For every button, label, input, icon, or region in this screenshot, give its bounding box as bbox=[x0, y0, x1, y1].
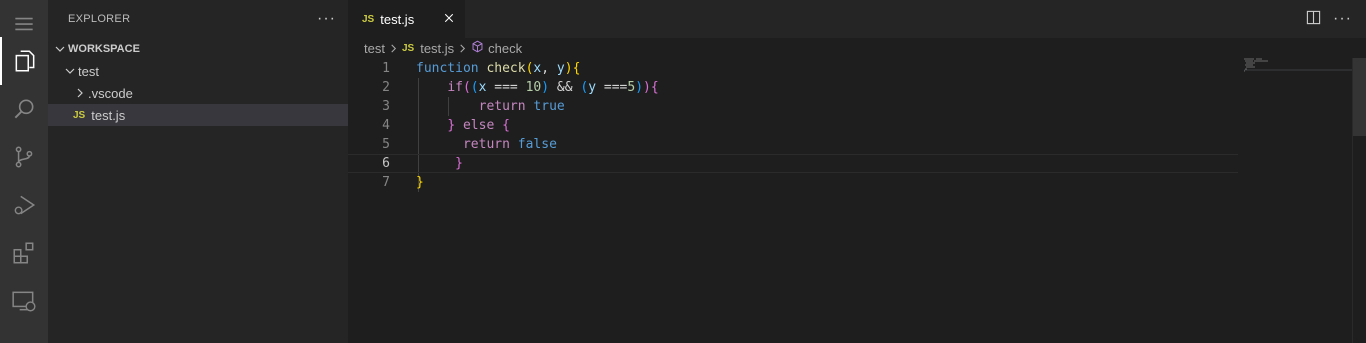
subfolder-label: .vscode bbox=[88, 85, 133, 101]
tree-item-test[interactable]: test bbox=[48, 60, 348, 82]
code-text: function check(x, y){ bbox=[416, 61, 581, 76]
split-editor-icon[interactable] bbox=[1306, 10, 1321, 28]
code-text: } bbox=[455, 156, 463, 171]
line-number: 7 bbox=[382, 175, 390, 190]
code-text: return false bbox=[462, 137, 557, 152]
code-line: 4 } else { bbox=[348, 116, 1238, 135]
breadcrumb-symbol[interactable]: check bbox=[488, 41, 522, 56]
tab-label: test.js bbox=[380, 11, 415, 27]
line-number: 2 bbox=[382, 80, 390, 95]
close-icon[interactable] bbox=[441, 10, 457, 26]
code-text: return true bbox=[478, 99, 565, 114]
source-control-icon[interactable] bbox=[0, 133, 48, 181]
chevron-down-icon bbox=[62, 66, 78, 76]
more-actions-icon[interactable]: ··· bbox=[1333, 10, 1352, 28]
code-text: } bbox=[416, 175, 424, 190]
js-file-icon: JS bbox=[73, 109, 86, 121]
breadcrumb: test JS test.js check bbox=[348, 38, 1366, 58]
line-number: 4 bbox=[382, 118, 390, 133]
code-text: if((x === 10) && (y ===5)){ bbox=[447, 80, 659, 95]
js-file-icon: JS bbox=[401, 42, 415, 54]
breadcrumb-file[interactable]: test.js bbox=[420, 41, 454, 56]
code-editor[interactable]: 1 function check(x, y){ 2 if((x === 10) … bbox=[348, 58, 1366, 343]
tree-item-vscode[interactable]: .vscode bbox=[48, 82, 348, 104]
hamburger-icon bbox=[15, 17, 33, 31]
run-debug-icon[interactable] bbox=[0, 181, 48, 229]
scrollbar-thumb[interactable] bbox=[1353, 58, 1366, 136]
tab-bar: JS test.js ··· bbox=[348, 0, 1366, 38]
symbol-method-icon bbox=[471, 40, 484, 56]
folder-label: test bbox=[78, 63, 99, 79]
code-line-current: 6 } bbox=[348, 154, 1238, 173]
explorer-icon[interactable] bbox=[0, 37, 48, 85]
line-number: 3 bbox=[382, 99, 390, 114]
search-icon[interactable] bbox=[0, 85, 48, 133]
minimap[interactable] bbox=[1244, 58, 1354, 343]
file-label: test.js bbox=[91, 107, 126, 123]
code-text: } else { bbox=[447, 118, 510, 133]
line-number: 6 bbox=[382, 156, 390, 171]
explorer-sidebar: EXPLORER ··· WORKSPACE test .vscode JS t… bbox=[48, 0, 348, 343]
chevron-right-icon bbox=[389, 41, 398, 56]
line-number: 1 bbox=[382, 61, 390, 76]
vertical-scrollbar[interactable] bbox=[1352, 58, 1366, 343]
more-actions-icon[interactable]: ··· bbox=[317, 10, 336, 28]
line-number: 5 bbox=[382, 137, 390, 152]
js-file-icon: JS bbox=[362, 13, 375, 25]
tab-actions: ··· bbox=[1306, 10, 1352, 28]
code-line: 7 } bbox=[348, 173, 1238, 192]
workspace-section[interactable]: WORKSPACE bbox=[48, 38, 348, 60]
tree-item-testjs[interactable]: JS test.js bbox=[48, 104, 348, 126]
sidebar-header: EXPLORER ··· bbox=[48, 0, 348, 38]
sidebar-title: EXPLORER bbox=[68, 13, 131, 25]
chevron-down-icon bbox=[52, 44, 68, 54]
remote-explorer-icon[interactable] bbox=[0, 277, 48, 325]
extensions-icon[interactable] bbox=[0, 229, 48, 277]
code-line: 1 function check(x, y){ bbox=[348, 59, 1238, 78]
breadcrumb-folder[interactable]: test bbox=[364, 41, 385, 56]
code-line: 5 return false bbox=[348, 135, 1238, 154]
editor-group: JS test.js ··· test JS test.js check 1 f… bbox=[348, 0, 1366, 343]
tab-testjs[interactable]: JS test.js bbox=[348, 0, 465, 38]
chevron-right-icon bbox=[72, 88, 88, 98]
chevron-right-icon bbox=[458, 41, 467, 56]
activity-bar bbox=[0, 0, 48, 343]
workspace-label: WORKSPACE bbox=[68, 43, 140, 55]
code-line: 3 return true bbox=[348, 97, 1238, 116]
code-line: 2 if((x === 10) && (y ===5)){ bbox=[348, 78, 1238, 97]
